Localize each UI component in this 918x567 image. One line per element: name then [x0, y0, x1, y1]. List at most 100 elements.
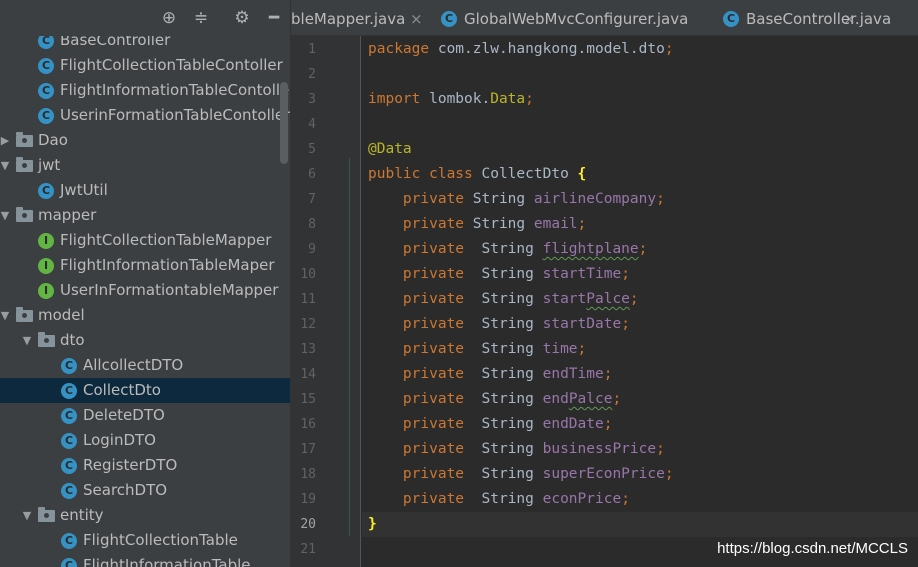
- code-line[interactable]: private String airlineCompany;: [368, 187, 665, 212]
- code-token: String: [481, 341, 543, 357]
- code-line[interactable]: private String startPalce;: [368, 287, 639, 312]
- line-number: 14: [300, 367, 316, 382]
- code-token: String: [481, 441, 543, 457]
- tree-item[interactable]: I FlightCollectionTableMapper: [0, 228, 290, 253]
- expand-arrow-icon[interactable]: ▼: [0, 303, 11, 328]
- close-tab-icon[interactable]: ×: [410, 0, 423, 35]
- crosshair-icon[interactable]: ⊕: [159, 8, 179, 28]
- editor-tab[interactable]: C BaseController.java: [723, 0, 918, 35]
- code-editor[interactable]: package com.zlw.hangkong.model.dto; impor…: [362, 36, 918, 567]
- code-token: private: [402, 291, 482, 307]
- hide-icon[interactable]: ━: [264, 8, 284, 28]
- class-icon: C: [38, 108, 54, 124]
- code-line[interactable]: private String endDate;: [368, 412, 613, 437]
- code-token: import: [368, 91, 430, 107]
- code-line[interactable]: import lombok.Data;: [368, 87, 534, 112]
- tree-item-label: jwt: [38, 156, 61, 174]
- collapse-all-icon[interactable]: ≑: [191, 8, 211, 28]
- tree-item[interactable]: C FlightInformationTableContoller: [0, 78, 290, 103]
- tree-item-label: UserInFormationtableMapper: [60, 281, 279, 299]
- code-line[interactable]: private String businessPrice;: [368, 437, 665, 462]
- tree-item-label: FlightInformationTable: [83, 556, 251, 567]
- code-token: flightplane: [542, 241, 639, 257]
- code-line[interactable]: private String superEconPrice;: [368, 462, 674, 487]
- code-line[interactable]: @Data: [368, 137, 412, 162]
- code-line[interactable]: public class CollectDto {: [368, 162, 586, 187]
- code-token: lombok.: [429, 91, 491, 107]
- line-number: 8: [308, 217, 316, 232]
- code-token: Data: [490, 91, 526, 107]
- expand-arrow-icon[interactable]: ▼: [21, 503, 33, 528]
- code-token: private: [402, 366, 482, 382]
- tree-item[interactable]: C SearchDTO: [0, 478, 290, 503]
- expand-arrow-icon[interactable]: ▼: [0, 153, 11, 178]
- code-line[interactable]: private String email;: [368, 212, 586, 237]
- code-token: ;: [577, 216, 587, 232]
- tree-scrollbar[interactable]: [280, 82, 288, 164]
- interface-icon: I: [38, 283, 54, 299]
- tree-item[interactable]: C DeleteDTO: [0, 403, 290, 428]
- gear-icon[interactable]: ⚙: [232, 8, 252, 28]
- code-token: String: [481, 316, 543, 332]
- code-token: private: [402, 316, 482, 332]
- tree-item[interactable]: ▼ entity: [0, 503, 290, 528]
- code-token: String: [481, 291, 543, 307]
- code-line[interactable]: private String time;: [368, 337, 586, 362]
- tree-item[interactable]: C LoginDTO: [0, 428, 290, 453]
- project-panel: C BaseController C FlightCollectionTableCon…: [0, 0, 291, 567]
- tree-item[interactable]: ▼ model: [0, 303, 290, 328]
- tree-item[interactable]: ▼ jwt: [0, 153, 290, 178]
- tree-item[interactable]: ▶ Dao: [0, 128, 290, 153]
- tree-item[interactable]: C FlightInformationTable: [0, 553, 290, 567]
- tree-item[interactable]: C AllcollectDTO: [0, 353, 290, 378]
- code-token: private: [402, 191, 473, 207]
- expand-arrow-icon[interactable]: ▼: [0, 203, 11, 228]
- tree-item[interactable]: C FlightCollectionTable: [0, 528, 290, 553]
- package-folder-icon: [16, 207, 33, 222]
- class-icon: C: [38, 183, 54, 199]
- tree-item-label: UserinFormationTableContoller: [60, 106, 291, 124]
- tree-item[interactable]: ▼ mapper: [0, 203, 290, 228]
- class-icon: C: [61, 383, 77, 399]
- tree-item[interactable]: I UserInFormationtableMapper: [0, 278, 290, 303]
- code-token: ;: [621, 266, 630, 282]
- fold-guide: [349, 158, 350, 536]
- code-token: private: [402, 441, 482, 457]
- code-line[interactable]: private String econPrice;: [368, 487, 630, 512]
- class-icon: C: [61, 458, 77, 474]
- package-folder-icon: [38, 507, 55, 522]
- expand-arrow-icon[interactable]: ▼: [21, 328, 33, 353]
- code-line[interactable]: }: [368, 512, 377, 537]
- tree-item[interactable]: C FlightCollectionTableContoller: [0, 53, 290, 78]
- package-folder-icon: [16, 307, 33, 322]
- code-line[interactable]: private String flightplane;: [368, 237, 647, 262]
- tree-item[interactable]: I FlightInformationTableMaper: [0, 253, 290, 278]
- tree-item[interactable]: C UserinFormationTableContoller: [0, 103, 291, 128]
- code-token: businessPrice: [542, 441, 657, 457]
- code-line[interactable]: private String startTime;: [368, 262, 630, 287]
- line-number: 5: [308, 142, 316, 157]
- code-line[interactable]: private String endPalce;: [368, 387, 621, 412]
- code-token: ;: [664, 466, 674, 482]
- tree-item[interactable]: C RegisterDTO: [0, 453, 290, 478]
- code-token: package: [368, 41, 438, 57]
- tree-item[interactable]: C JwtUtil: [0, 178, 290, 203]
- collapse-arrow-icon[interactable]: ▶: [0, 128, 11, 153]
- line-number: 12: [300, 317, 316, 332]
- code-token: time: [542, 341, 578, 357]
- tree-item[interactable]: ▼ dto: [0, 328, 290, 353]
- code-line[interactable]: private String startDate;: [368, 312, 630, 337]
- code-line[interactable]: package com.zlw.hangkong.model.dto;: [368, 37, 674, 62]
- editor-tab[interactable]: bleMapper.java ×: [291, 0, 426, 35]
- code-token: startTime: [542, 266, 622, 282]
- tree-item-label: model: [38, 306, 85, 324]
- code-line[interactable]: private String endTime;: [368, 362, 613, 387]
- tree-item[interactable]: C CollectDto: [0, 378, 290, 403]
- tree-item-label: AllcollectDTO: [83, 356, 184, 374]
- code-token: CollectDto: [481, 166, 578, 182]
